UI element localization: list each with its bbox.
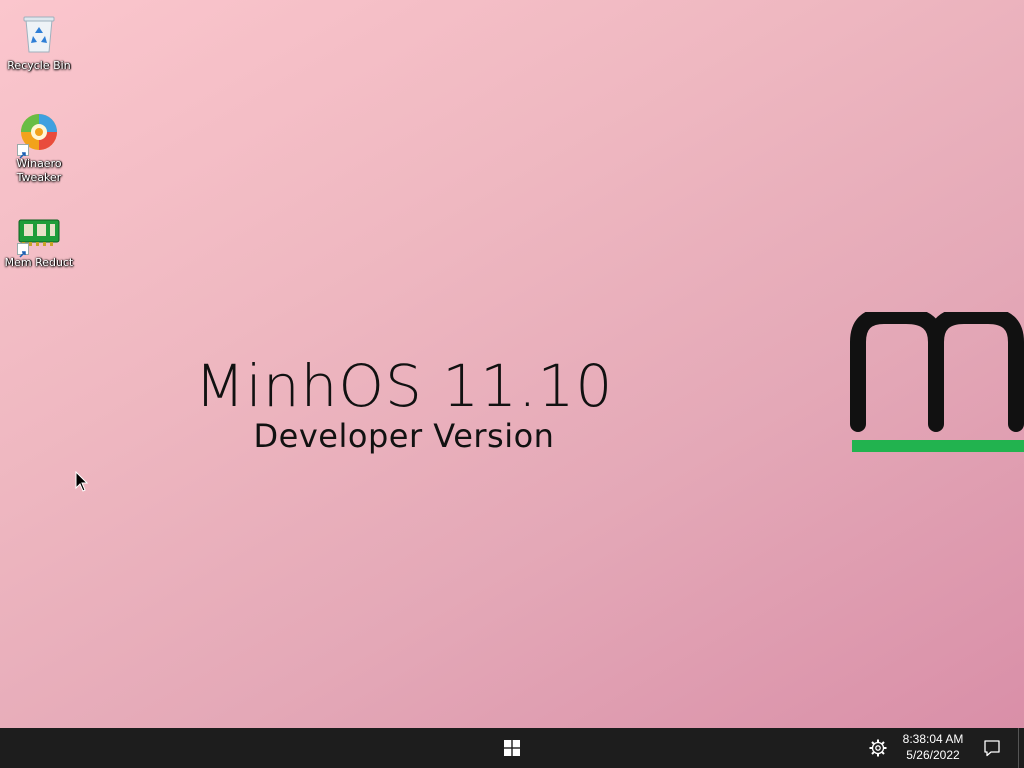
shortcut-arrow-icon [17, 243, 29, 258]
clock-time: 8:38:04 AM [902, 732, 964, 746]
desktop-icon-mem-reduct[interactable]: Mem Reduct [2, 207, 76, 270]
wallpaper-headline: MinhOS 11.10 Developer Version [150, 350, 658, 456]
desktop-icon-label: Recycle Bin [7, 59, 71, 72]
desktop-icon-winaero-tweaker[interactable]: Winaero Tweaker [2, 108, 76, 185]
recycle-bin-icon [15, 10, 63, 58]
clock-date: 5/26/2022 [906, 748, 960, 762]
taskbar: 8:38:04 AM 5/26/2022 [0, 728, 1024, 768]
notification-center-button[interactable] [978, 734, 1006, 762]
wallpaper-logo [850, 308, 1024, 457]
mouse-cursor-icon [75, 470, 89, 493]
settings-button[interactable] [864, 734, 892, 762]
desktop-icon-recycle-bin[interactable]: Recycle Bin [2, 10, 76, 73]
start-button[interactable] [496, 732, 528, 764]
wallpaper-title: MinhOS 11.10 [194, 352, 614, 420]
notification-icon [984, 740, 1000, 757]
mem-reduct-icon [15, 207, 63, 258]
wallpaper-subtitle: Developer Version [253, 417, 555, 455]
winaero-tweaker-icon [15, 108, 63, 159]
logo-underline [852, 440, 1024, 452]
windows-start-icon [504, 740, 520, 756]
desktop-icon-label: Mem Reduct [4, 256, 74, 269]
gear-icon [869, 739, 887, 757]
desktop[interactable]: Recycle Bin Winaero Tweaker Mem Reduct M… [0, 0, 1024, 728]
taskbar-clock[interactable]: 8:38:04 AM 5/26/2022 [896, 731, 970, 765]
shortcut-arrow-icon [17, 144, 29, 159]
desktop-icon-label: Winaero Tweaker [16, 157, 62, 184]
show-desktop-button[interactable] [1018, 728, 1024, 768]
